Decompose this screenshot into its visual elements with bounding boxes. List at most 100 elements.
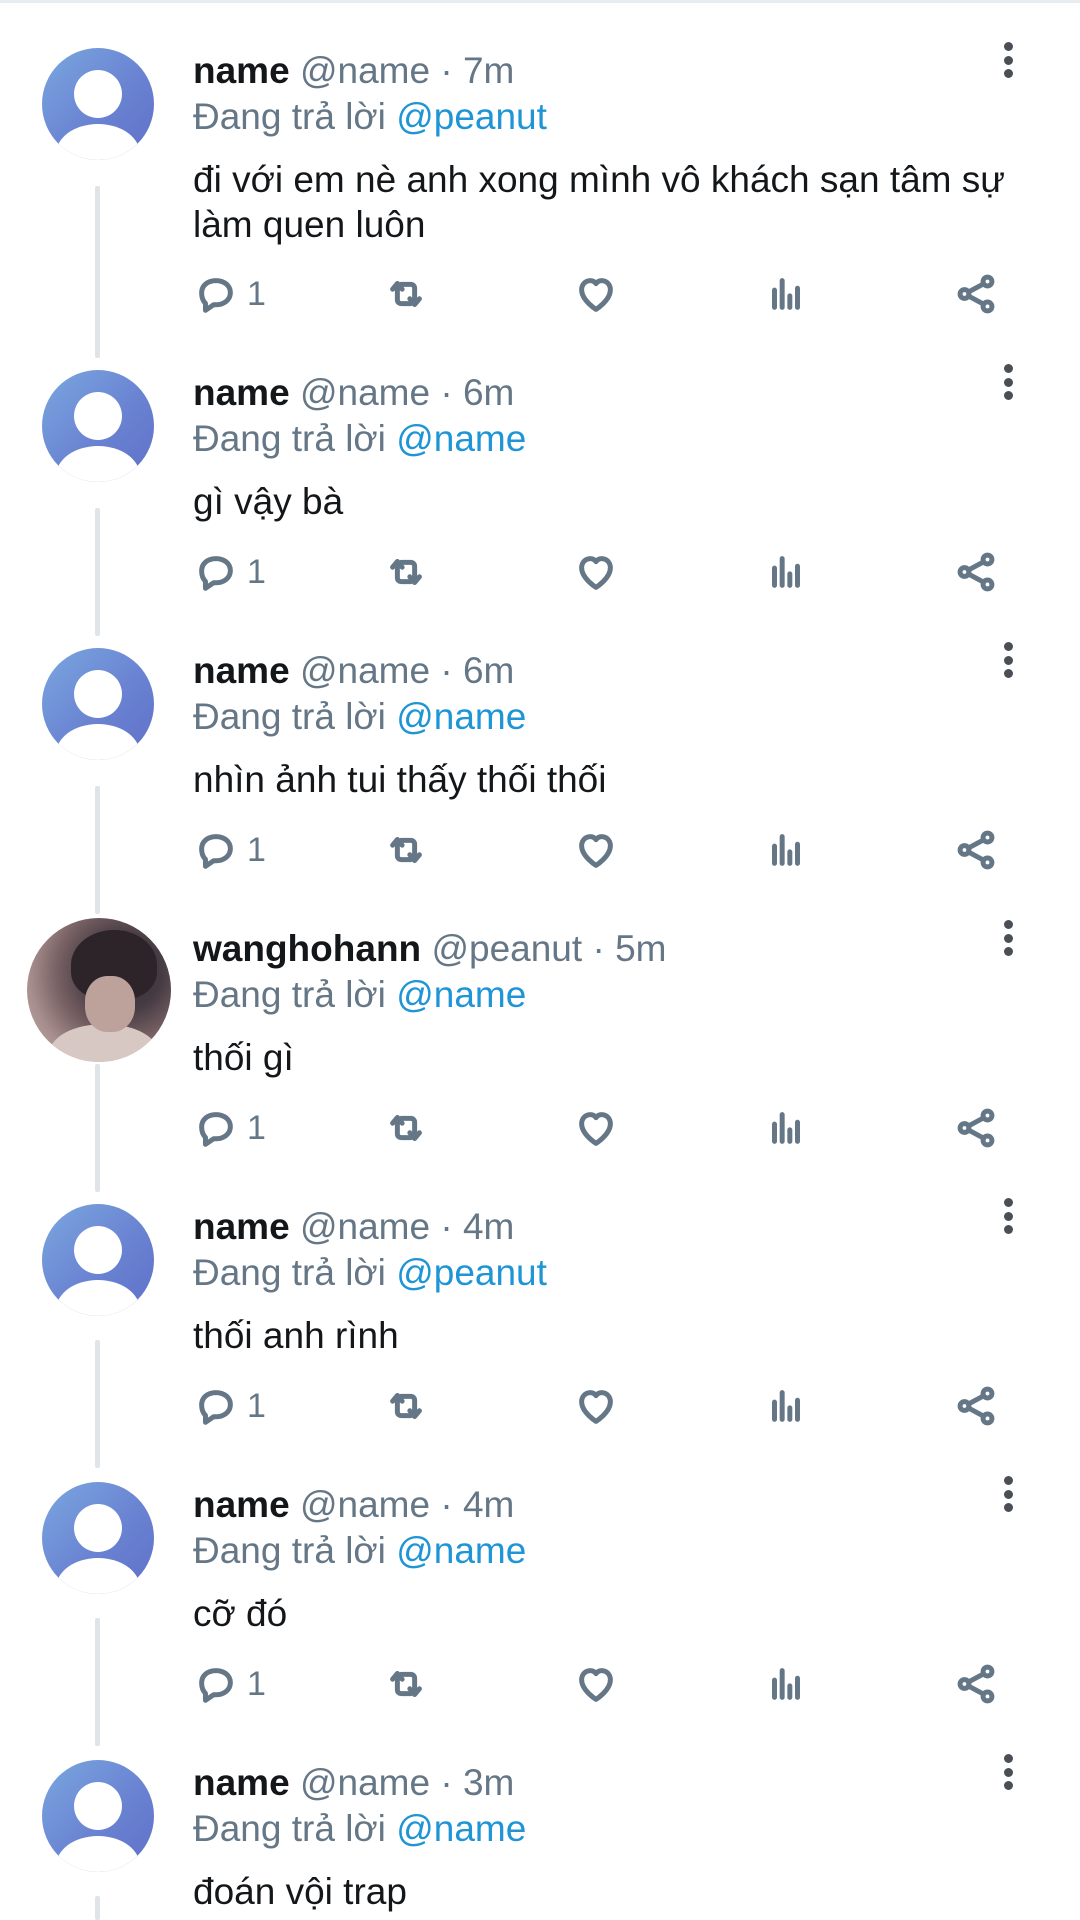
timestamp: 6m (462, 650, 515, 691)
like-button[interactable] (573, 544, 619, 600)
more-vertical-icon[interactable] (993, 1192, 1023, 1240)
like-button[interactable] (573, 266, 619, 322)
more-vertical-icon[interactable] (993, 358, 1023, 406)
reply-count: 1 (247, 1664, 266, 1703)
stats-button[interactable] (763, 1378, 809, 1434)
separator: · (440, 1762, 453, 1803)
display-name[interactable]: name (193, 1484, 290, 1525)
display-name[interactable]: wanghohann (193, 928, 421, 969)
mention-link[interactable]: @name (396, 974, 526, 1015)
mention-link[interactable]: @peanut (396, 1252, 547, 1293)
reply-button[interactable]: 1 (193, 822, 266, 878)
tweet-text: thối anh rình (193, 1315, 399, 1356)
user-handle: @peanut (431, 928, 583, 969)
replying-to: Đang trả lời @peanut (193, 94, 1023, 140)
timestamp: 3m (462, 1762, 515, 1803)
mention-link[interactable]: @name (396, 1808, 526, 1849)
reply-button[interactable]: 1 (193, 1656, 266, 1712)
retweet-button[interactable] (383, 544, 429, 600)
heart-icon (579, 1668, 613, 1702)
user-handle: @name (299, 1206, 431, 1247)
action-bar: 1 (193, 266, 1023, 322)
share-button[interactable] (953, 1656, 999, 1712)
avatar[interactable] (42, 48, 154, 160)
display-name[interactable]: name (193, 1206, 290, 1247)
action-bar: 1 (193, 822, 1023, 878)
reply-prefix: Đang trả lời (193, 1530, 386, 1571)
more-vertical-icon[interactable] (993, 636, 1023, 684)
retweet-button[interactable] (383, 1656, 429, 1712)
reply-prefix: Đang trả lời (193, 974, 386, 1015)
reply-count: 1 (247, 552, 266, 591)
reply-prefix: Đang trả lời (193, 96, 386, 137)
mention-link[interactable]: @name (396, 696, 526, 737)
like-button[interactable] (573, 1100, 619, 1156)
separator: · (440, 1206, 453, 1247)
avatar[interactable] (42, 648, 154, 760)
avatar[interactable] (42, 370, 154, 482)
avatar[interactable] (42, 1204, 154, 1316)
more-vertical-icon[interactable] (993, 36, 1023, 84)
stats-button[interactable] (763, 1656, 809, 1712)
share-button[interactable] (953, 266, 999, 322)
like-button[interactable] (573, 1656, 619, 1712)
user-handle: @name (299, 372, 431, 413)
action-bar: 1 (193, 544, 1023, 600)
mention-link[interactable]: @peanut (396, 96, 547, 137)
reply-button[interactable]: 1 (193, 266, 266, 322)
heart-icon (579, 278, 613, 312)
action-bar: 1 (193, 1100, 1023, 1156)
reply-button[interactable]: 1 (193, 1378, 266, 1434)
separator: · (440, 372, 453, 413)
display-name[interactable]: name (193, 650, 290, 691)
timestamp: 6m (462, 372, 515, 413)
tweet-text: đoán vội trap (193, 1871, 407, 1912)
reply-icon (199, 278, 233, 313)
tweet-header: name @name · 7m (193, 48, 1023, 94)
share-button[interactable] (953, 544, 999, 600)
heart-icon (579, 1112, 613, 1146)
retweet-button[interactable] (383, 822, 429, 878)
stats-icon (772, 834, 800, 866)
avatar[interactable] (42, 1482, 154, 1594)
share-button[interactable] (953, 822, 999, 878)
stats-button[interactable] (763, 266, 809, 322)
user-handle: @name (299, 1484, 431, 1525)
share-button[interactable] (953, 1100, 999, 1156)
timestamp: 4m (462, 1484, 515, 1525)
share-icon (957, 274, 995, 314)
retweet-icon (390, 1392, 422, 1420)
stats-icon (772, 1668, 800, 1700)
share-icon (957, 830, 995, 870)
avatar[interactable] (27, 918, 171, 1062)
retweet-button[interactable] (383, 1378, 429, 1434)
stats-button[interactable] (763, 544, 809, 600)
stats-icon (772, 1112, 800, 1144)
retweet-button[interactable] (383, 266, 429, 322)
separator: · (440, 650, 453, 691)
retweet-icon (390, 280, 422, 308)
display-name[interactable]: name (193, 50, 290, 91)
more-vertical-icon[interactable] (993, 914, 1023, 962)
reply-button[interactable]: 1 (193, 1100, 266, 1156)
display-name[interactable]: name (193, 1762, 290, 1803)
reply-icon (199, 1112, 233, 1147)
more-vertical-icon[interactable] (993, 1470, 1023, 1518)
thread-line (95, 1064, 100, 1192)
more-vertical-icon[interactable] (993, 1748, 1023, 1796)
stats-button[interactable] (763, 822, 809, 878)
share-button[interactable] (953, 1378, 999, 1434)
like-button[interactable] (573, 1378, 619, 1434)
mention-link[interactable]: @name (396, 1530, 526, 1571)
replying-to: Đang trả lời @name (193, 416, 1023, 462)
tweet-text: đi với em nè anh xong mình vô khách sạn … (193, 159, 1006, 245)
stats-button[interactable] (763, 1100, 809, 1156)
user-handle: @name (299, 650, 431, 691)
tweet-text: gì vậy bà (193, 481, 344, 522)
avatar[interactable] (42, 1760, 154, 1872)
display-name[interactable]: name (193, 372, 290, 413)
like-button[interactable] (573, 822, 619, 878)
mention-link[interactable]: @name (396, 418, 526, 459)
retweet-button[interactable] (383, 1100, 429, 1156)
reply-button[interactable]: 1 (193, 544, 266, 600)
